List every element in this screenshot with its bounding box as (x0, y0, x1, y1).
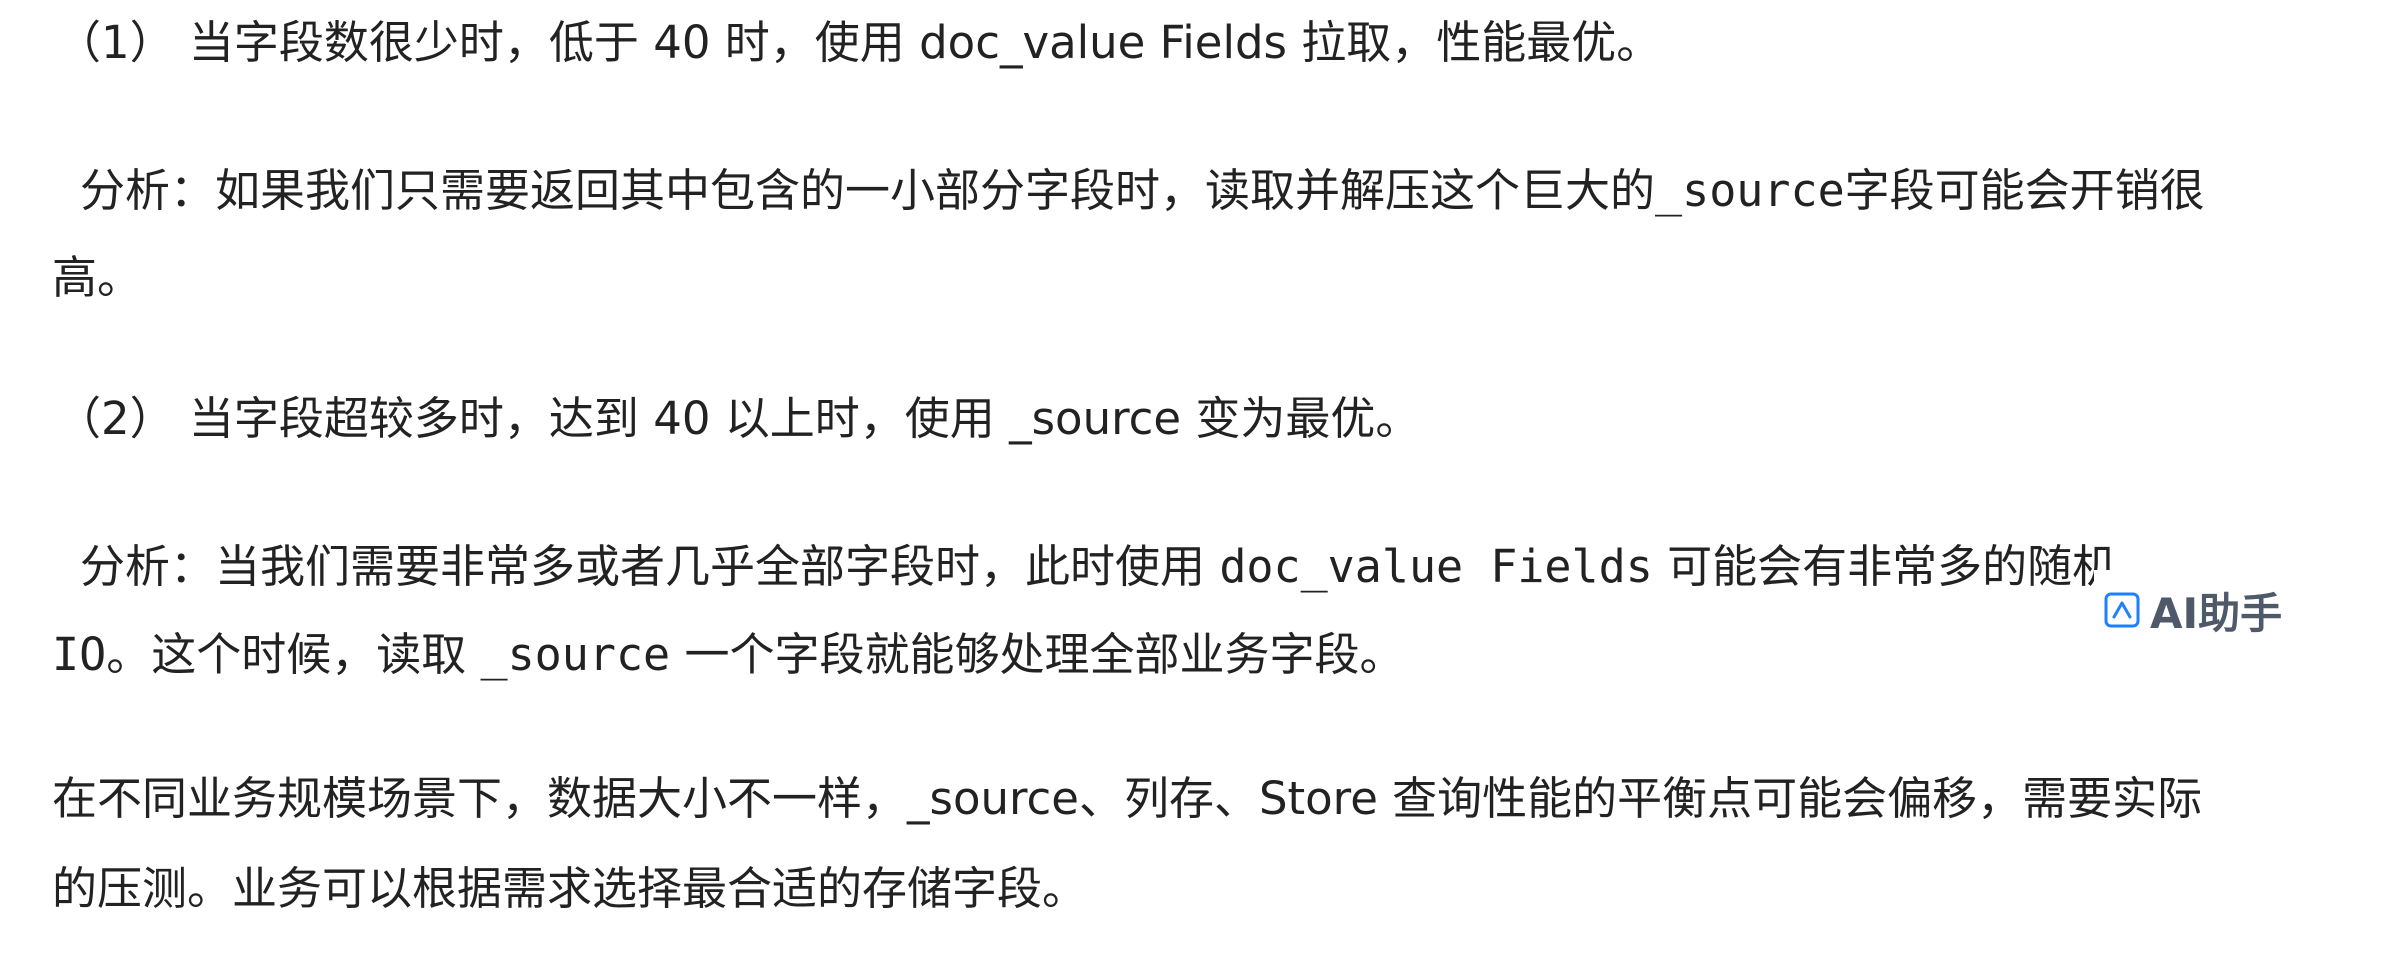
ai-assistant-label: AI助手 (2150, 588, 2283, 638)
paragraph-case-1: （1） 当字段数很少时，低于 40 时，使用 doc_value Fields … (56, 16, 1662, 69)
ai-assistant-icon (2104, 592, 2140, 628)
paragraph-case-2: （2） 当字段超较多时，达到 40 以上时，使用 _source 变为最优。 (56, 392, 1421, 445)
analysis-1-tail: 字段可能会开销很 (1844, 164, 2205, 217)
analysis-2-cont-text: 。这个时候，读取 (106, 628, 481, 681)
code-doc-value-fields: doc_value Fields (1219, 540, 1653, 593)
analysis-2-tail: 可能会有非常多的随机 (1652, 540, 2118, 593)
code-source-2: _source (480, 628, 671, 681)
article-content: （1） 当字段数很少时，低于 40 时，使用 doc_value Fields … (0, 0, 2382, 960)
code-io: IO (52, 628, 107, 681)
analysis-2-text: 分析：当我们需要非常多或者几乎全部字段时，此时使用 (80, 540, 1220, 593)
code-source: _source (1655, 164, 1845, 217)
paragraph-conclusion-cont: 的压测。业务可以根据需求选择最合适的存储字段。 (52, 862, 1088, 915)
analysis-1-text: 分析：如果我们只需要返回其中包含的一小部分字段时，读取并解压这个巨大的 (80, 164, 1656, 217)
paragraph-analysis-1: 分析：如果我们只需要返回其中包含的一小部分字段时，读取并解压这个巨大的_sour… (80, 161, 2205, 221)
analysis-2-cont-tail: 一个字段就能够处理全部业务字段。 (670, 628, 1405, 681)
ai-assistant-button[interactable]: AI助手 (2094, 570, 2320, 650)
paragraph-analysis-1-cont: 高。 (52, 251, 143, 304)
paragraph-analysis-2-cont: IO。这个时候，读取 _source 一个字段就能够处理全部业务字段。 (52, 625, 1404, 685)
paragraph-analysis-2: 分析：当我们需要非常多或者几乎全部字段时，此时使用 doc_value Fiel… (80, 537, 2117, 597)
paragraph-conclusion: 在不同业务规模场景下，数据大小不一样，_source、列存、Store 查询性能… (52, 772, 2203, 825)
